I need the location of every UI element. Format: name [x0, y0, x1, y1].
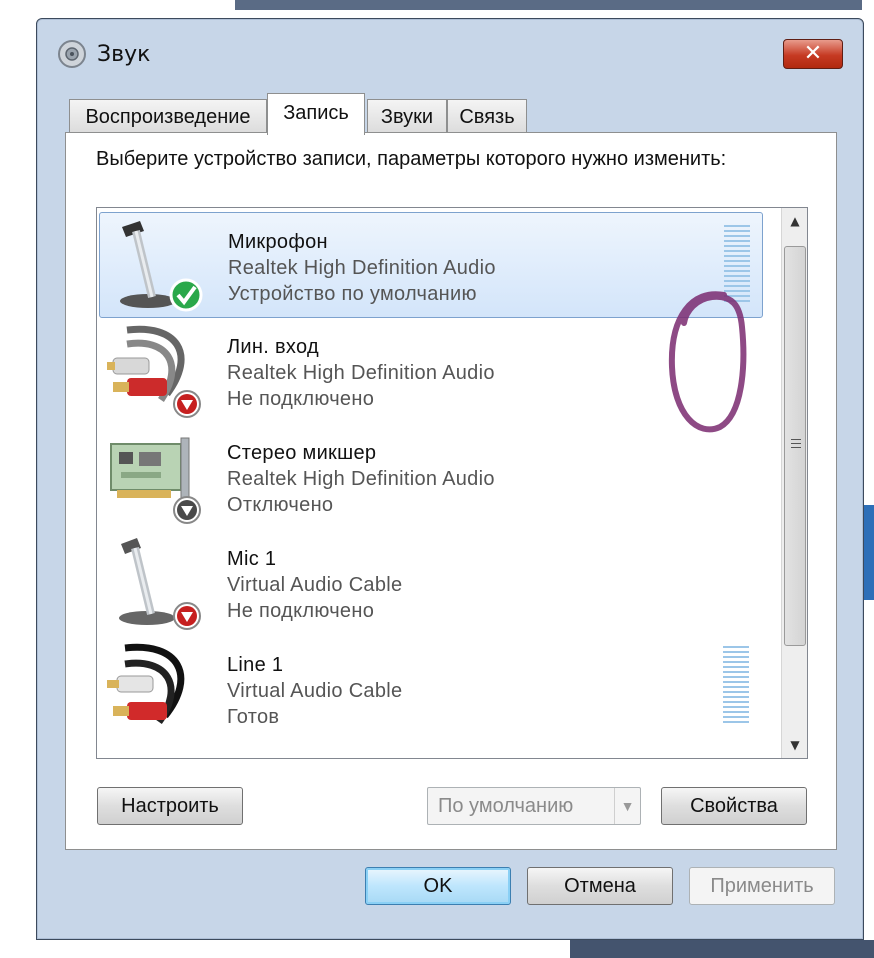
device-status: Устройство по умолчанию [228, 283, 477, 305]
list-item-mic-1[interactable]: Mic 1 Virtual Audio Cable Не подключено [99, 530, 763, 636]
device-driver: Realtek High Definition Audio [228, 257, 496, 279]
device-driver: Virtual Audio Cable [227, 574, 403, 596]
device-driver: Realtek High Definition Audio [227, 468, 495, 490]
annotation-circle [668, 291, 747, 433]
line-cable-icon [107, 643, 185, 725]
device-status: Не подключено [227, 600, 375, 622]
close-icon: ✕ [803, 41, 823, 66]
list-item-line-1[interactable]: Line 1 Virtual Audio Cable Готов [99, 636, 763, 742]
device-status: Отключено [227, 494, 334, 516]
grip-icon [791, 439, 801, 451]
line-in-cable-icon [107, 325, 201, 418]
level-meter [723, 646, 749, 724]
device-status: Готов [227, 706, 280, 728]
microphone-default-icon [120, 221, 203, 312]
apply-button[interactable]: Применить [689, 867, 835, 905]
window-title: Звук [97, 42, 151, 67]
properties-button[interactable]: Свойства [661, 787, 807, 825]
microphone-icon [119, 538, 201, 630]
recording-panel: Выберите устройство записи, параметры ко… [65, 132, 837, 850]
speaker-icon [58, 40, 86, 68]
device-name: Микрофон [228, 231, 328, 253]
tab-recording[interactable]: Запись [267, 93, 365, 135]
device-name: Стерео микшер [227, 442, 377, 464]
close-button[interactable]: ✕ [783, 39, 843, 69]
configure-button[interactable]: Настроить [97, 787, 243, 825]
background-taskbar-edge [570, 940, 874, 958]
scroll-down-arrow-icon[interactable]: ▼ [782, 734, 807, 758]
device-driver: Virtual Audio Cable [227, 680, 403, 702]
device-name: Line 1 [227, 654, 284, 676]
title-bar[interactable]: Звук ✕ [37, 19, 863, 91]
background-window-edge [235, 0, 874, 10]
default-device-select[interactable]: По умолчанию ▼ [427, 787, 641, 825]
tab-sounds[interactable]: Звуки [367, 99, 447, 133]
list-scrollbar[interactable]: ▲ ▼ [781, 208, 807, 758]
tab-playback[interactable]: Воспроизведение [69, 99, 267, 133]
device-driver: Realtek High Definition Audio [227, 362, 495, 384]
scroll-up-arrow-icon[interactable]: ▲ [782, 208, 807, 232]
sound-dialog: Звук ✕ Воспроизведение Запись Звуки Связ… [36, 18, 864, 940]
device-status: Не подключено [227, 388, 375, 410]
device-name: Лин. вход [227, 336, 319, 358]
device-name: Mic 1 [227, 548, 277, 570]
scroll-thumb[interactable] [784, 246, 806, 646]
tab-communications[interactable]: Связь [447, 99, 527, 133]
chevron-down-icon: ▼ [614, 788, 640, 824]
cancel-button[interactable]: Отмена [527, 867, 673, 905]
sound-card-icon [110, 437, 201, 524]
ok-button[interactable]: OK [365, 867, 511, 905]
instruction-text: Выберите устройство записи, параметры ко… [96, 148, 727, 170]
select-value: По умолчанию [438, 795, 574, 817]
